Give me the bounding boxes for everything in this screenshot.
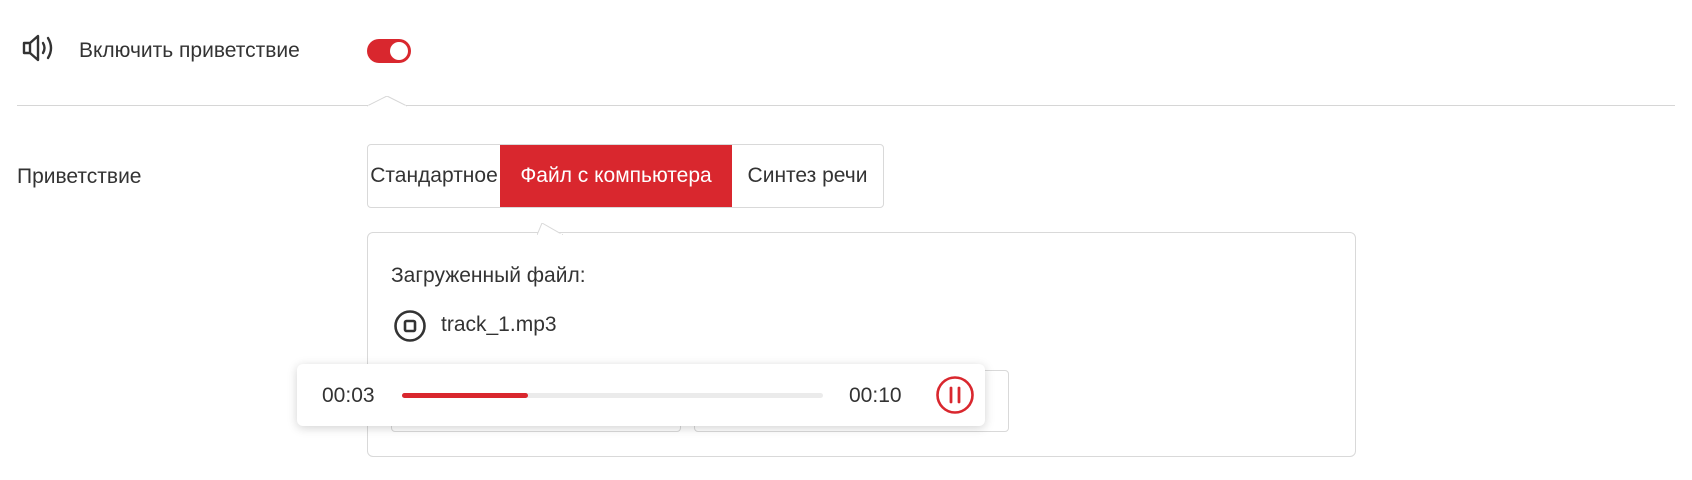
stop-circle-icon[interactable]	[393, 309, 427, 343]
section-divider	[17, 105, 1675, 106]
tab-speech-synthesis[interactable]: Синтез речи	[732, 145, 883, 207]
greeting-label: Приветствие	[17, 165, 142, 188]
toggle-knob	[390, 42, 408, 60]
tab-standard[interactable]: Стандартное	[368, 145, 500, 207]
uploaded-file-name: track_1.mp3	[441, 313, 557, 336]
greeting-source-tabs: Стандартное Файл с компьютера Синтез реч…	[367, 144, 884, 208]
enable-greeting-toggle[interactable]	[367, 39, 411, 63]
enable-greeting-label: Включить приветствие	[79, 39, 300, 62]
uploaded-file-label: Загруженный файл:	[391, 264, 586, 287]
player-total-time: 00:10	[849, 384, 902, 407]
tab-file-from-computer[interactable]: Файл с компьютера	[500, 145, 732, 207]
player-current-time: 00:03	[322, 384, 375, 407]
pause-circle-icon[interactable]	[935, 375, 975, 415]
player-progress-fill	[402, 393, 529, 398]
panel-notch	[537, 223, 563, 235]
player-progress-bar[interactable]	[402, 393, 823, 398]
speaker-icon	[22, 34, 53, 62]
divider-notch	[367, 96, 407, 108]
